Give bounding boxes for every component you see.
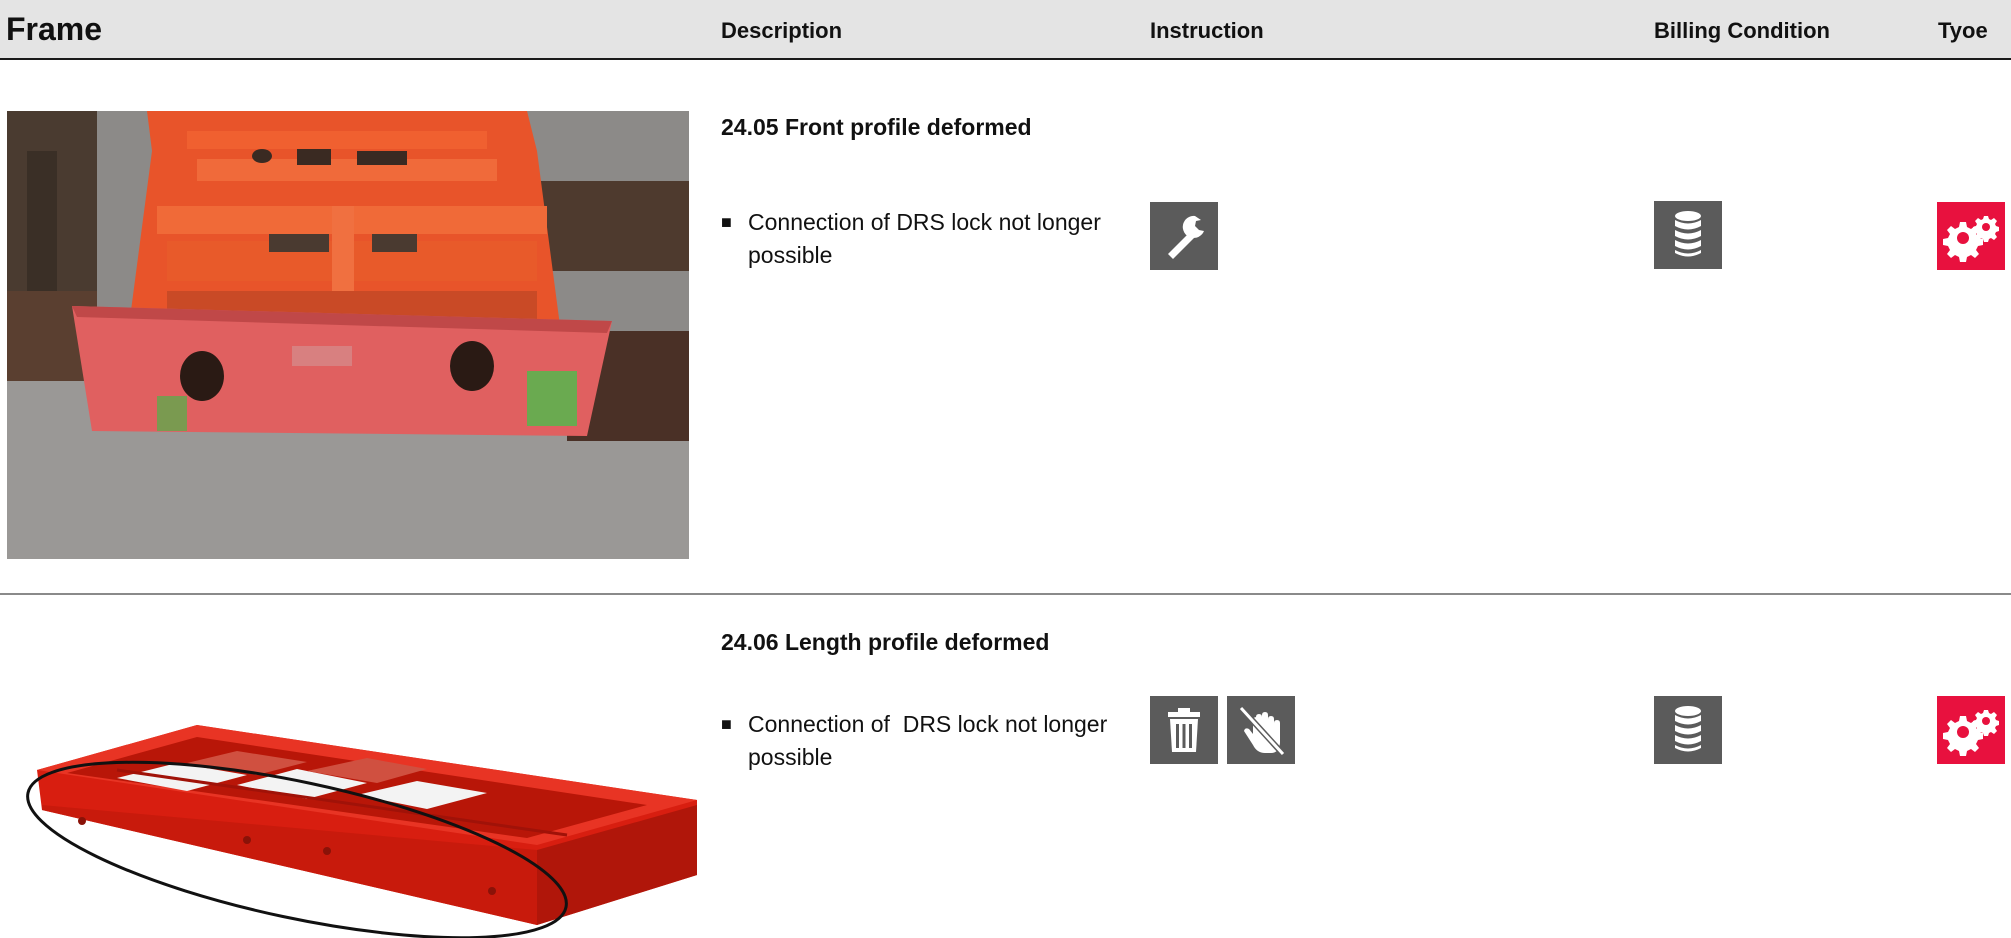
- header-frame: Frame: [6, 11, 103, 47]
- damage-title: 24.06 Length profile deformed: [721, 629, 1050, 655]
- damage-description: ■ Connection of DRS lock not longer poss…: [721, 708, 1141, 774]
- length-profile-diagram: [7, 595, 697, 938]
- gears-icon: [1937, 696, 2005, 764]
- no-touch-hand-icon: [1227, 696, 1295, 764]
- database-icon: [1654, 201, 1722, 269]
- damage-description: ■ Connection of DRS lock not longer poss…: [721, 206, 1141, 272]
- table-row: 24.05 Front profile deformed ■ Connectio…: [0, 60, 2011, 595]
- gears-icon: [1937, 202, 2005, 270]
- bullet-text: Connection of DRS lock not longer possib…: [748, 209, 1108, 268]
- wrench-icon: [1150, 202, 1218, 270]
- bullet-marker: ■: [721, 714, 732, 734]
- header-description: Description: [721, 18, 843, 43]
- database-icon: [1654, 696, 1722, 764]
- trash-icon: [1150, 696, 1218, 764]
- bullet-text: Connection of DRS lock not longer possib…: [748, 711, 1114, 770]
- damaged-front-profile-photo: [7, 111, 689, 559]
- header-billing-condition: Billing Condition: [1654, 18, 1830, 43]
- header-type: Tyoe: [1938, 18, 1988, 43]
- table-row: 24.06 Length profile deformed ■ Connecti…: [0, 595, 2011, 938]
- damage-title: 24.05 Front profile deformed: [721, 114, 1032, 140]
- bullet-marker: ■: [721, 212, 732, 232]
- table-header: Frame Description Instruction Billing Co…: [0, 0, 2011, 60]
- header-instruction: Instruction: [1150, 18, 1264, 43]
